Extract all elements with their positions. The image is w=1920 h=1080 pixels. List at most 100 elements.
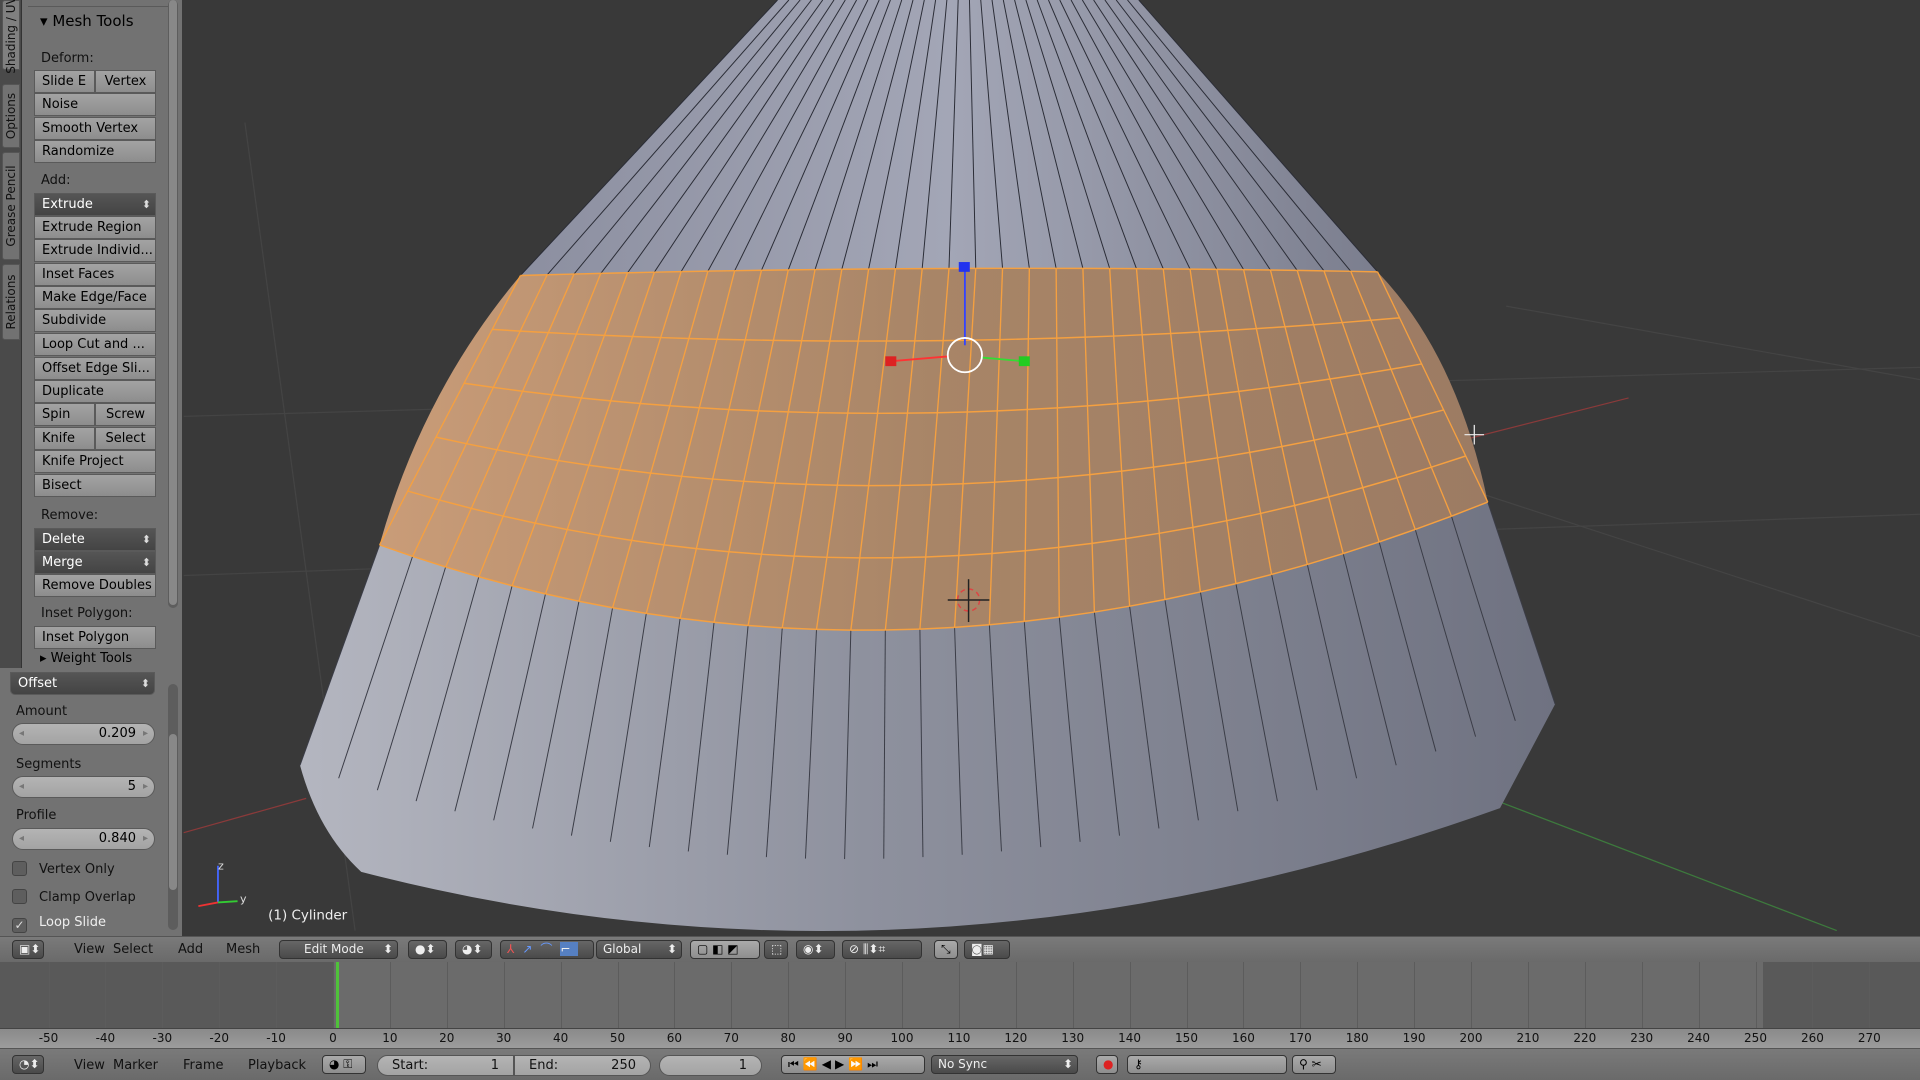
mesh-edge <box>806 483 838 486</box>
mesh-edge <box>660 336 689 340</box>
playback-controls[interactable]: ⏮⏪◀▶⏩⏭ <box>781 1055 925 1074</box>
menu-view[interactable]: View <box>74 942 105 957</box>
inset-faces-button[interactable]: Inset Faces <box>34 263 156 286</box>
profile-field[interactable]: 0.840 <box>12 828 155 850</box>
screw-button[interactable]: Screw <box>95 403 156 426</box>
pivot-point-dropdown[interactable]: ◕⬍ <box>455 940 492 959</box>
offset-type-dropdown[interactable]: Offset <box>10 672 155 695</box>
menu-frame[interactable]: Frame <box>183 1058 224 1073</box>
current-frame-line[interactable] <box>336 962 339 1028</box>
keyframe-buttons[interactable]: ⚲ ✂ <box>1292 1055 1336 1074</box>
timeline-grid-line <box>1527 962 1529 1028</box>
mesh-tools-header[interactable]: ▾ Mesh Tools <box>40 12 134 30</box>
noise-button[interactable]: Noise <box>34 93 156 116</box>
sync-dropdown[interactable]: No Sync ⬍ <box>931 1055 1078 1074</box>
timeline-tick-label: 120 <box>1004 1031 1028 1045</box>
timeline-grid-line <box>902 962 903 1028</box>
menu-playback[interactable]: Playback <box>248 1058 306 1073</box>
slide-vertex-button[interactable]: Vertex <box>95 70 156 93</box>
timeline-tick-label: 230 <box>1630 1031 1654 1045</box>
panel-scrollbar[interactable] <box>168 0 178 608</box>
timeline-grid-line <box>1300 962 1302 1028</box>
expand-triangle-icon: ▸ <box>40 651 51 666</box>
timeline-area[interactable] <box>0 962 1920 1028</box>
knife-project-button[interactable]: Knife Project <box>34 450 156 473</box>
make-edge-face-button[interactable]: Make Edge/Face <box>34 286 156 309</box>
segments-field[interactable]: 5 <box>12 776 155 798</box>
timeline-ruler[interactable]: -50 -40 -30 -20 -10 0 10 20 30 40 50 60 70 80 90 100 110… <box>0 1028 1920 1048</box>
menu-add[interactable]: Add <box>178 942 203 957</box>
start-frame-field[interactable]: Start: 1 <box>377 1055 514 1076</box>
editor-type-3d-button[interactable]: ▣⬍ <box>12 940 44 959</box>
tab-options[interactable]: Options <box>2 84 20 148</box>
mode-dropdown[interactable]: Edit Mode ⬍ <box>279 940 398 959</box>
preview-range-lock-buttons[interactable]: ◕ ⚿ <box>322 1055 366 1074</box>
timeline-grid-line <box>1186 962 1188 1028</box>
timeline-grid-line <box>48 962 50 1028</box>
deform-label: Deform: <box>41 51 94 66</box>
delete-dropdown[interactable]: Delete <box>34 528 156 551</box>
end-frame-field[interactable]: End: 250 <box>514 1055 651 1076</box>
slide-edge-button[interactable]: Slide E <box>34 70 95 93</box>
3d-viewport[interactable]: z y (1) Cylinder <box>0 0 1920 1080</box>
record-button[interactable]: ● <box>1096 1055 1118 1074</box>
mesh-edge <box>1056 336 1086 339</box>
weight-tools-header[interactable]: ▸ Weight Tools <box>40 650 132 667</box>
menu-view[interactable]: View <box>74 1058 105 1073</box>
current-frame-field[interactable]: 1 <box>659 1055 762 1076</box>
timeline-grid-line <box>276 962 278 1028</box>
tab-relations[interactable]: Relations <box>2 264 20 340</box>
knife-button[interactable]: Knife <box>34 427 95 450</box>
spin-button[interactable]: Spin <box>34 403 95 426</box>
tab-grease-pencil[interactable]: Grease Pencil <box>2 152 20 260</box>
amount-label: Amount <box>16 704 68 719</box>
vertex-only-checkbox[interactable]: Vertex Only <box>12 861 115 877</box>
remove-doubles-button[interactable]: Remove Doubles <box>34 574 156 597</box>
y-axis-line <box>1499 801 1837 932</box>
remove-label: Remove: <box>41 508 99 523</box>
tab-shading-uv[interactable]: Shading / UV <box>2 0 20 74</box>
timeline-tick-label: 170 <box>1288 1031 1312 1045</box>
mesh-edge <box>716 338 746 341</box>
editor-type-timeline-button[interactable]: ◔⬍ <box>12 1055 44 1074</box>
randomize-button[interactable]: Randomize <box>34 140 156 163</box>
knife-select-button[interactable]: Select <box>95 427 156 450</box>
subdivide-button[interactable]: Subdivide <box>34 309 156 332</box>
merge-dropdown[interactable]: Merge <box>34 551 156 574</box>
mesh-edge <box>1350 270 1378 273</box>
amount-field[interactable]: 0.209 <box>12 723 155 745</box>
loop-slide-checkbox[interactable]: ✓ Loop Slide <box>12 915 106 933</box>
offset-edge-slide-button[interactable]: Offset Edge Sli... <box>34 357 156 380</box>
mesh-edge <box>826 556 860 559</box>
menu-marker[interactable]: Marker <box>113 1058 158 1073</box>
loop-cut-button[interactable]: Loop Cut and ... <box>34 333 156 356</box>
snap-controls[interactable]: ⊘ ⫼⬍⌗ <box>842 940 922 959</box>
keying-set-field[interactable]: ⚷ <box>1127 1055 1287 1074</box>
profile-label: Profile <box>16 808 57 823</box>
proportional-edit-dropdown[interactable]: ◉⬍ <box>796 940 835 959</box>
manipulator-toggles[interactable]: ⅄↗⌒⌐ <box>500 940 594 959</box>
inset-polygon-button[interactable]: Inset Polygon <box>34 626 156 649</box>
extrude-dropdown[interactable]: Extrude <box>34 193 156 216</box>
timeline-tick-label: 240 <box>1687 1031 1711 1045</box>
timeline-grid-line <box>1471 962 1472 1028</box>
clamp-overlap-checkbox[interactable]: Clamp Overlap <box>12 889 136 905</box>
menu-select[interactable]: Select <box>113 942 153 957</box>
texture-paint-button[interactable]: ⤡ <box>934 940 958 959</box>
occlude-geometry-button[interactable]: ⬚ <box>764 940 788 959</box>
extrude-region-button[interactable]: Extrude Region <box>34 216 156 239</box>
extrude-individual-button[interactable]: Extrude Individ... <box>34 239 156 262</box>
orientation-dropdown[interactable]: Global ⬍ <box>596 940 682 959</box>
operator-scrollbar[interactable] <box>168 684 178 930</box>
mesh-edge <box>971 338 1000 341</box>
duplicate-button[interactable]: Duplicate <box>34 380 156 403</box>
render-buttons[interactable]: ◙▦ <box>964 940 1010 959</box>
timeline-tick-label: 260 <box>1800 1031 1824 1045</box>
mesh-edge <box>627 271 655 274</box>
smooth-vertex-button[interactable]: Smooth Vertex <box>34 117 156 140</box>
mesh-edge <box>681 270 708 273</box>
select-mode-buttons[interactable]: ▢ ◧ ◩ <box>690 940 760 959</box>
menu-mesh[interactable]: Mesh <box>226 942 260 957</box>
viewport-shading-dropdown[interactable]: ●⬍ <box>408 940 447 959</box>
bisect-button[interactable]: Bisect <box>34 474 156 497</box>
